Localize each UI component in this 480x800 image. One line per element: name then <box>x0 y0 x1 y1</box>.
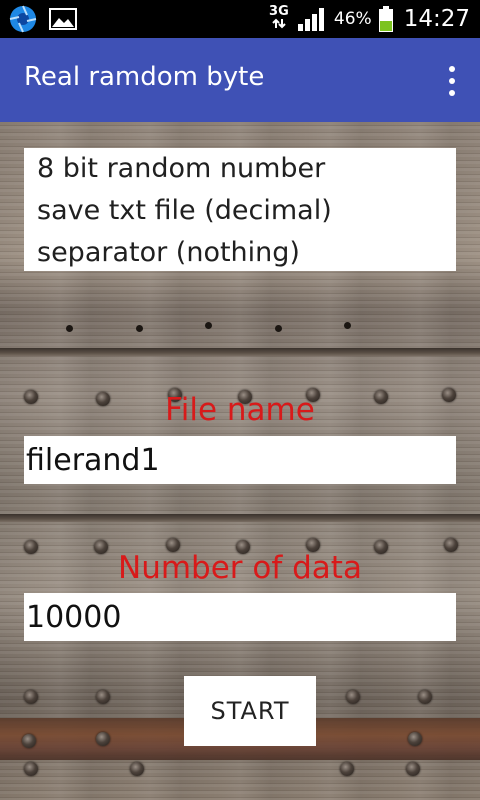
nail <box>346 690 360 704</box>
cell-signal-icon <box>297 8 324 31</box>
info-box: 8 bit random number save txt file (decim… <box>24 148 456 271</box>
nail <box>96 732 110 746</box>
nail <box>22 734 36 748</box>
info-line-bit-depth: 8 bit random number <box>37 153 326 184</box>
nail <box>130 762 144 776</box>
clock: 14:27 <box>403 6 470 32</box>
number-of-data-field[interactable] <box>24 593 456 641</box>
nail <box>24 690 38 704</box>
aperture-app-icon <box>9 5 37 33</box>
gallery-image-icon <box>49 8 77 30</box>
nail <box>24 762 38 776</box>
file-name-field[interactable] <box>24 436 456 484</box>
status-bar: 3G 46% 14:27 <box>0 0 480 38</box>
battery-icon <box>378 6 393 32</box>
network-type: 3G <box>268 5 290 32</box>
app-bar: Real ramdom byte <box>0 38 480 122</box>
nail <box>340 762 354 776</box>
network-arrows-icon <box>272 18 286 29</box>
number-of-data-label: Number of data <box>118 550 362 586</box>
start-button[interactable]: START <box>184 676 316 746</box>
battery-percent: 46% <box>333 9 372 29</box>
overflow-menu-icon[interactable] <box>446 66 458 96</box>
plank-gap <box>0 514 480 522</box>
plank-gap <box>0 348 480 356</box>
nail <box>406 762 420 776</box>
app-title: Real ramdom byte <box>24 62 265 92</box>
number-of-data-input[interactable] <box>26 593 456 641</box>
file-name-label: File name <box>165 392 315 428</box>
info-line-separator: separator (nothing) <box>37 237 300 268</box>
nail <box>408 732 422 746</box>
nail <box>418 690 432 704</box>
info-line-save-format: save txt file (decimal) <box>37 195 332 226</box>
file-name-input[interactable] <box>26 436 456 484</box>
nail <box>96 690 110 704</box>
